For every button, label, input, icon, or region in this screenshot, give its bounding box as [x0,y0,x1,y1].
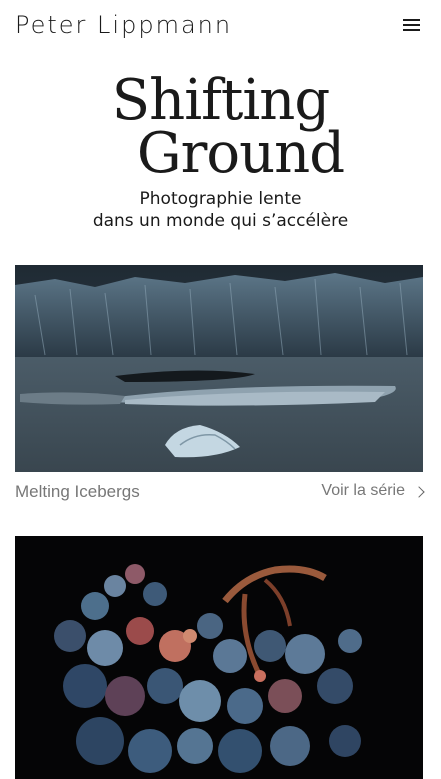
site-name[interactable]: Peter Lippmann [15,11,232,39]
series-title: Melting Icebergs [15,482,140,501]
hero-subtitle-line1: Photographie lente [139,189,302,209]
site-header: Peter Lippmann [0,0,441,56]
chevron-right-icon [413,485,425,498]
view-series-label[interactable]: Voir la série [321,482,405,500]
hero-subtitle-line2: dans un monde qui s’accélère [92,211,349,231]
view-series-link[interactable]: Voir la série [321,482,425,500]
series-image-melting-icebergs[interactable] [15,265,423,472]
hamburger-menu-icon[interactable] [401,17,423,35]
hero-title-line2: Ground [136,121,345,186]
series-image-second[interactable] [15,536,423,779]
series-footer-melting-icebergs: Melting Icebergs Voir la série [15,482,425,506]
